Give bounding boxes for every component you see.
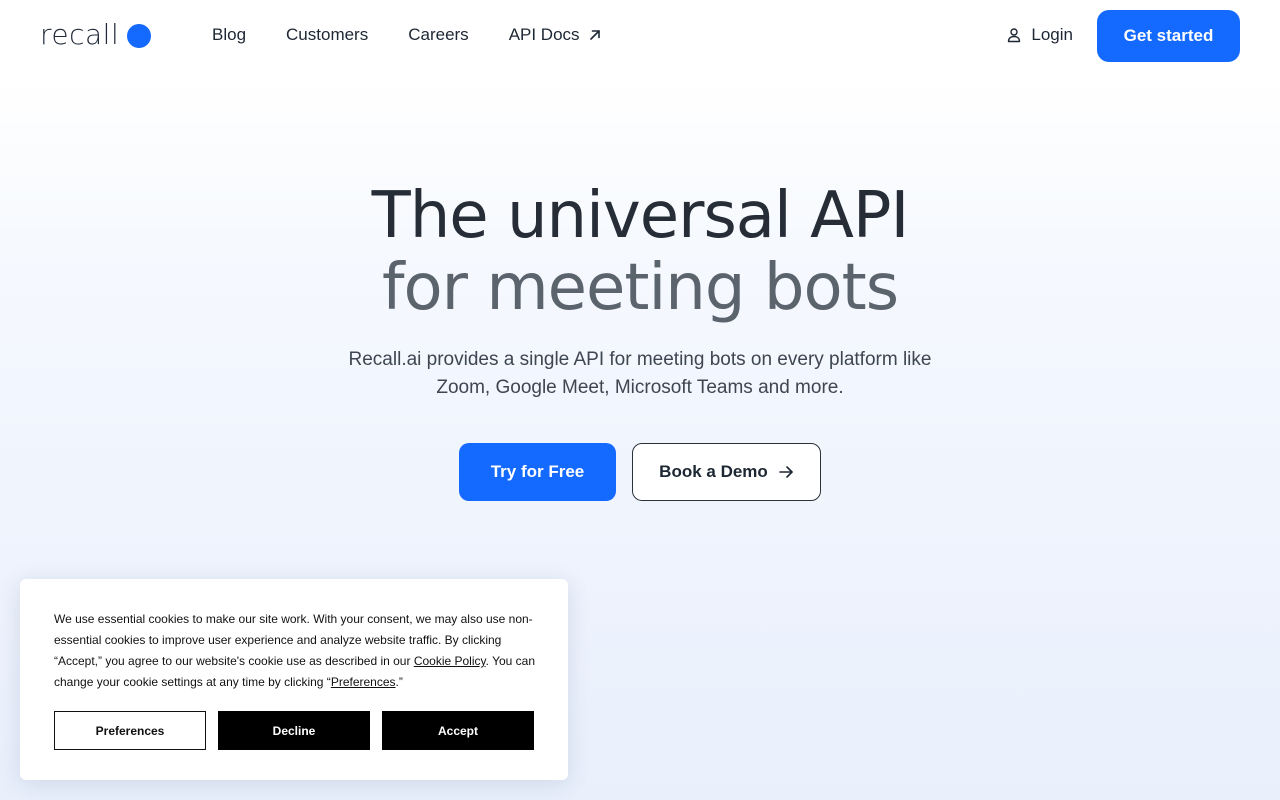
nav-link-label: Customers <box>286 25 369 44</box>
nav-link-api-docs[interactable]: API Docs <box>509 24 602 46</box>
get-started-button[interactable]: Get started <box>1097 10 1240 62</box>
hero-title-line-2: for meeting bots <box>381 251 899 325</box>
nav-link-customers[interactable]: Customers <box>286 24 368 46</box>
top-navigation: recall Blog Customers Careers API Docs L… <box>0 0 1280 72</box>
preferences-link[interactable]: Preferences <box>331 675 396 689</box>
try-for-free-button[interactable]: Try for Free <box>459 443 616 501</box>
recall-logo[interactable]: recall <box>40 18 152 51</box>
nav-link-label: Careers <box>408 25 469 44</box>
preferences-button[interactable]: Preferences <box>54 711 206 750</box>
nav-link-label: API Docs <box>508 25 580 44</box>
cookie-policy-link[interactable]: Cookie Policy <box>414 654 486 668</box>
login-label: Login <box>1031 25 1073 44</box>
nav-link-careers[interactable]: Careers <box>408 24 468 46</box>
nav-link-blog[interactable]: Blog <box>212 24 246 46</box>
book-a-demo-button[interactable]: Book a Demo <box>632 443 821 501</box>
user-icon <box>1008 28 1021 43</box>
login-link[interactable]: Login <box>1006 24 1073 46</box>
logo-dot-icon <box>127 24 152 48</box>
hero-cta-row: Try for Free Book a Demo <box>459 443 821 501</box>
cookie-consent-banner: We use essential cookies to make our sit… <box>20 579 568 780</box>
cookie-consent-text: We use essential cookies to make our sit… <box>54 609 540 693</box>
nav-links: Blog Customers Careers API Docs <box>212 24 602 46</box>
nav-link-label: Blog <box>212 25 247 44</box>
hero-title-line-1: The universal API <box>371 179 910 253</box>
hero-subtitle: Recall.ai provides a single API for meet… <box>348 349 932 398</box>
cookie-text-part: .” <box>395 675 403 689</box>
external-arrow-icon <box>589 30 600 40</box>
accept-button[interactable]: Accept <box>382 711 534 750</box>
book-a-demo-label: Book a Demo <box>659 462 768 481</box>
decline-button[interactable]: Decline <box>218 711 370 750</box>
arrow-right-icon <box>779 466 793 478</box>
cookie-buttons: Preferences Decline Accept <box>54 711 534 750</box>
logo-wordmark: recall <box>40 18 120 51</box>
